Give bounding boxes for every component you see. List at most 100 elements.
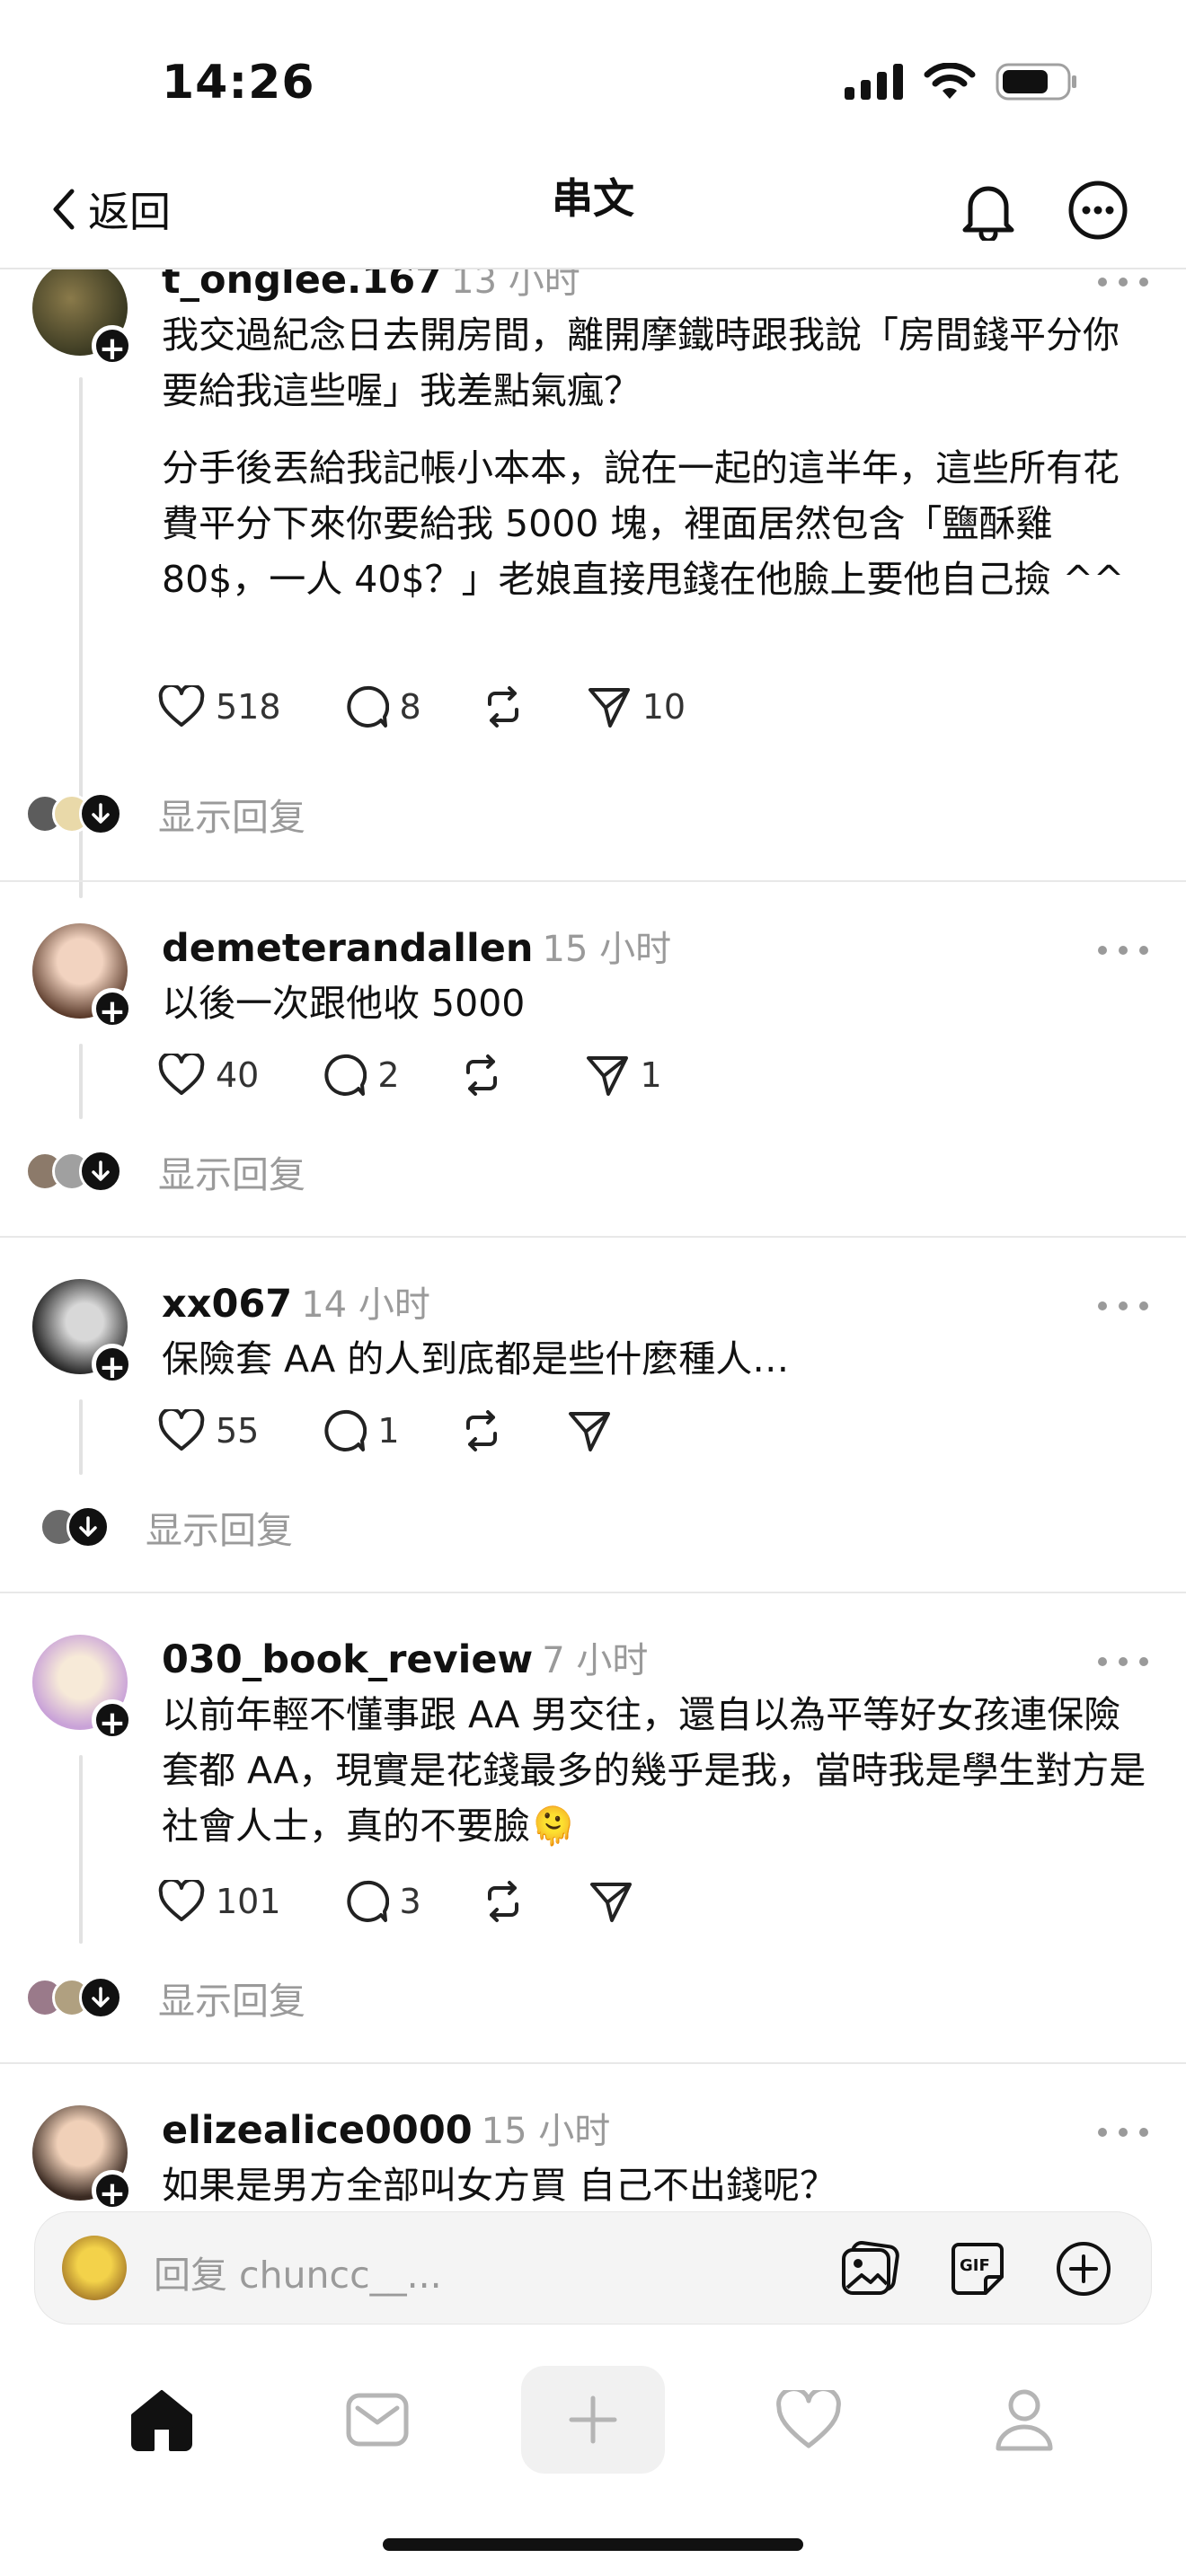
show-replies-link[interactable]: 显示回复 [146, 1500, 293, 1554]
reply-post: + demeterandallen 15 小时 以後一次跟他收 5000 40 2… [0, 882, 1186, 1238]
thread-line [79, 1044, 83, 1119]
like-button[interactable]: 101 [158, 1880, 281, 1923]
like-count: 518 [216, 687, 281, 727]
show-replies-link[interactable]: 显示回复 [158, 1144, 305, 1198]
share-button[interactable] [567, 1408, 612, 1453]
image-icon [842, 2241, 899, 2295]
signal-icon [845, 64, 903, 100]
post-text: 保險套 AA 的人到底都是些什麼種人… [162, 1331, 1150, 1408]
replies-feed[interactable]: + t_onglee.167 13 小时 我交過紀念日去開房間，離開摩鐵時跟我說「… [0, 269, 1186, 2228]
post-paragraph: 以前年輕不懂事跟 AA 男交往，還自以為平等好女孩連保險套都 AA，現實是花錢最… [162, 1693, 1146, 1848]
comment-icon [324, 1054, 367, 1096]
show-replies-link[interactable]: 显示回复 [158, 1971, 305, 2025]
follow-plus-icon[interactable]: + [92, 1344, 133, 1386]
show-replies-row[interactable]: 显示回复 [25, 787, 305, 841]
follow-plus-icon[interactable]: + [92, 988, 133, 1030]
reply-composer[interactable]: 回复 chuncc__... GIF [34, 2211, 1152, 2325]
send-icon [586, 1056, 628, 1096]
comment-count: 8 [399, 687, 421, 727]
status-time: 14:26 [162, 56, 315, 110]
username[interactable]: 030_book_review 7 小时 [162, 1631, 648, 1683]
show-replies-row[interactable]: 显示回复 [40, 1500, 293, 1554]
more-circle-icon [1068, 181, 1128, 240]
comment-button[interactable]: 2 [322, 1053, 400, 1098]
follow-plus-icon[interactable]: + [92, 325, 133, 367]
show-replies-row[interactable]: 显示回复 [25, 1971, 305, 2025]
more-dots-icon[interactable] [1098, 1297, 1148, 1315]
like-button[interactable]: 55 [158, 1409, 259, 1452]
follow-plus-icon[interactable]: + [92, 1699, 133, 1742]
comment-icon [346, 1880, 389, 1922]
repost-icon [465, 1054, 497, 1096]
post-paragraph: 我交過紀念日去開房間，離開摩鐵時跟我說「房間錢平分你要給我這些喔」我差點氣瘋？ [162, 313, 1120, 412]
send-icon [568, 1412, 610, 1451]
share-button[interactable]: 1 [585, 1053, 662, 1098]
comment-button[interactable]: 3 [344, 1879, 421, 1924]
reply-input[interactable]: 回复 chuncc__... [154, 2245, 442, 2298]
reply-post: + xx067 14 小时 保險套 AA 的人到底都是些什麼種人… 55 1 显… [0, 1238, 1186, 1593]
thread-line [79, 1755, 83, 1944]
like-count: 40 [216, 1055, 260, 1095]
show-replies-link[interactable]: 显示回复 [158, 787, 305, 841]
reply-post: + 030_book_review 7 小时 以前年輕不懂事跟 AA 男交往，還自… [0, 1593, 1186, 2064]
follow-plus-icon[interactable]: + [92, 2170, 133, 2212]
like-button[interactable]: 518 [158, 685, 281, 728]
username[interactable]: xx067 14 小时 [162, 1275, 430, 1328]
gif-icon: GIF [951, 2243, 1004, 2295]
tab-activity[interactable] [737, 2366, 881, 2474]
home-indicator [383, 2538, 803, 2551]
profile-icon [996, 2389, 1053, 2451]
thread-line [79, 1399, 83, 1475]
repost-button[interactable] [459, 1053, 504, 1098]
attach-image-button[interactable] [836, 2236, 903, 2302]
repost-button[interactable] [481, 1879, 526, 1924]
post-time: 14 小时 [301, 1284, 430, 1326]
comment-count: 1 [377, 1411, 400, 1451]
comment-icon [346, 685, 389, 728]
repost-button[interactable] [481, 684, 526, 729]
arrow-down-icon [79, 1150, 122, 1193]
plus-icon [569, 2395, 617, 2444]
more-dots-icon[interactable] [1098, 273, 1148, 291]
notification-button[interactable] [956, 178, 1021, 243]
comment-button[interactable]: 8 [344, 684, 421, 729]
repost-icon [465, 1410, 497, 1451]
more-options-button[interactable] [1066, 178, 1130, 243]
heart-icon [158, 1880, 205, 1921]
username[interactable]: t_onglee.167 13 小时 [162, 269, 580, 304]
post-time: 15 小时 [481, 2111, 611, 2152]
more-dots-icon[interactable] [1098, 2123, 1148, 2141]
more-dots-icon[interactable] [1098, 941, 1148, 959]
share-button[interactable] [589, 1879, 633, 1924]
heart-icon [158, 685, 205, 727]
post-text: 以後一次跟他收 5000 [162, 975, 1150, 1053]
add-attachment-button[interactable] [1050, 2236, 1117, 2302]
tab-home[interactable] [90, 2366, 234, 2474]
tab-new-post[interactable] [521, 2366, 665, 2474]
like-button[interactable]: 40 [158, 1054, 259, 1097]
plus-circle-icon [1057, 2242, 1111, 2296]
post-paragraph: 如果是男方全部叫女方買 自己不出錢呢？ [162, 2164, 837, 2207]
mail-icon [346, 2393, 409, 2447]
arrow-down-icon [79, 792, 122, 835]
home-icon [131, 2390, 192, 2451]
share-button[interactable]: 10 [587, 684, 686, 729]
comment-count: 3 [399, 1882, 421, 1921]
more-dots-icon[interactable] [1098, 1653, 1148, 1671]
post-actions: 55 1 [158, 1408, 612, 1453]
post-actions: 518 8 10 [158, 684, 686, 729]
tab-profile[interactable] [952, 2366, 1096, 2474]
comment-icon [324, 1409, 367, 1451]
gif-button[interactable]: GIF [944, 2236, 1011, 2302]
username[interactable]: demeterandallen 15 小时 [162, 920, 671, 972]
post-actions: 101 3 [158, 1879, 633, 1924]
comment-button[interactable]: 1 [322, 1408, 400, 1453]
repost-button[interactable] [459, 1408, 504, 1453]
post-paragraph: 以後一次跟他收 5000 [162, 982, 526, 1025]
comment-count: 2 [377, 1055, 400, 1095]
tab-inbox[interactable] [305, 2366, 449, 2474]
like-count: 55 [216, 1411, 260, 1451]
show-replies-row[interactable]: 显示回复 [25, 1144, 305, 1198]
post-text: 以前年輕不懂事跟 AA 男交往，還自以為平等好女孩連保險套都 AA，現實是花錢最… [162, 1687, 1150, 1875]
username[interactable]: elizealice0000 15 小时 [162, 2102, 610, 2154]
